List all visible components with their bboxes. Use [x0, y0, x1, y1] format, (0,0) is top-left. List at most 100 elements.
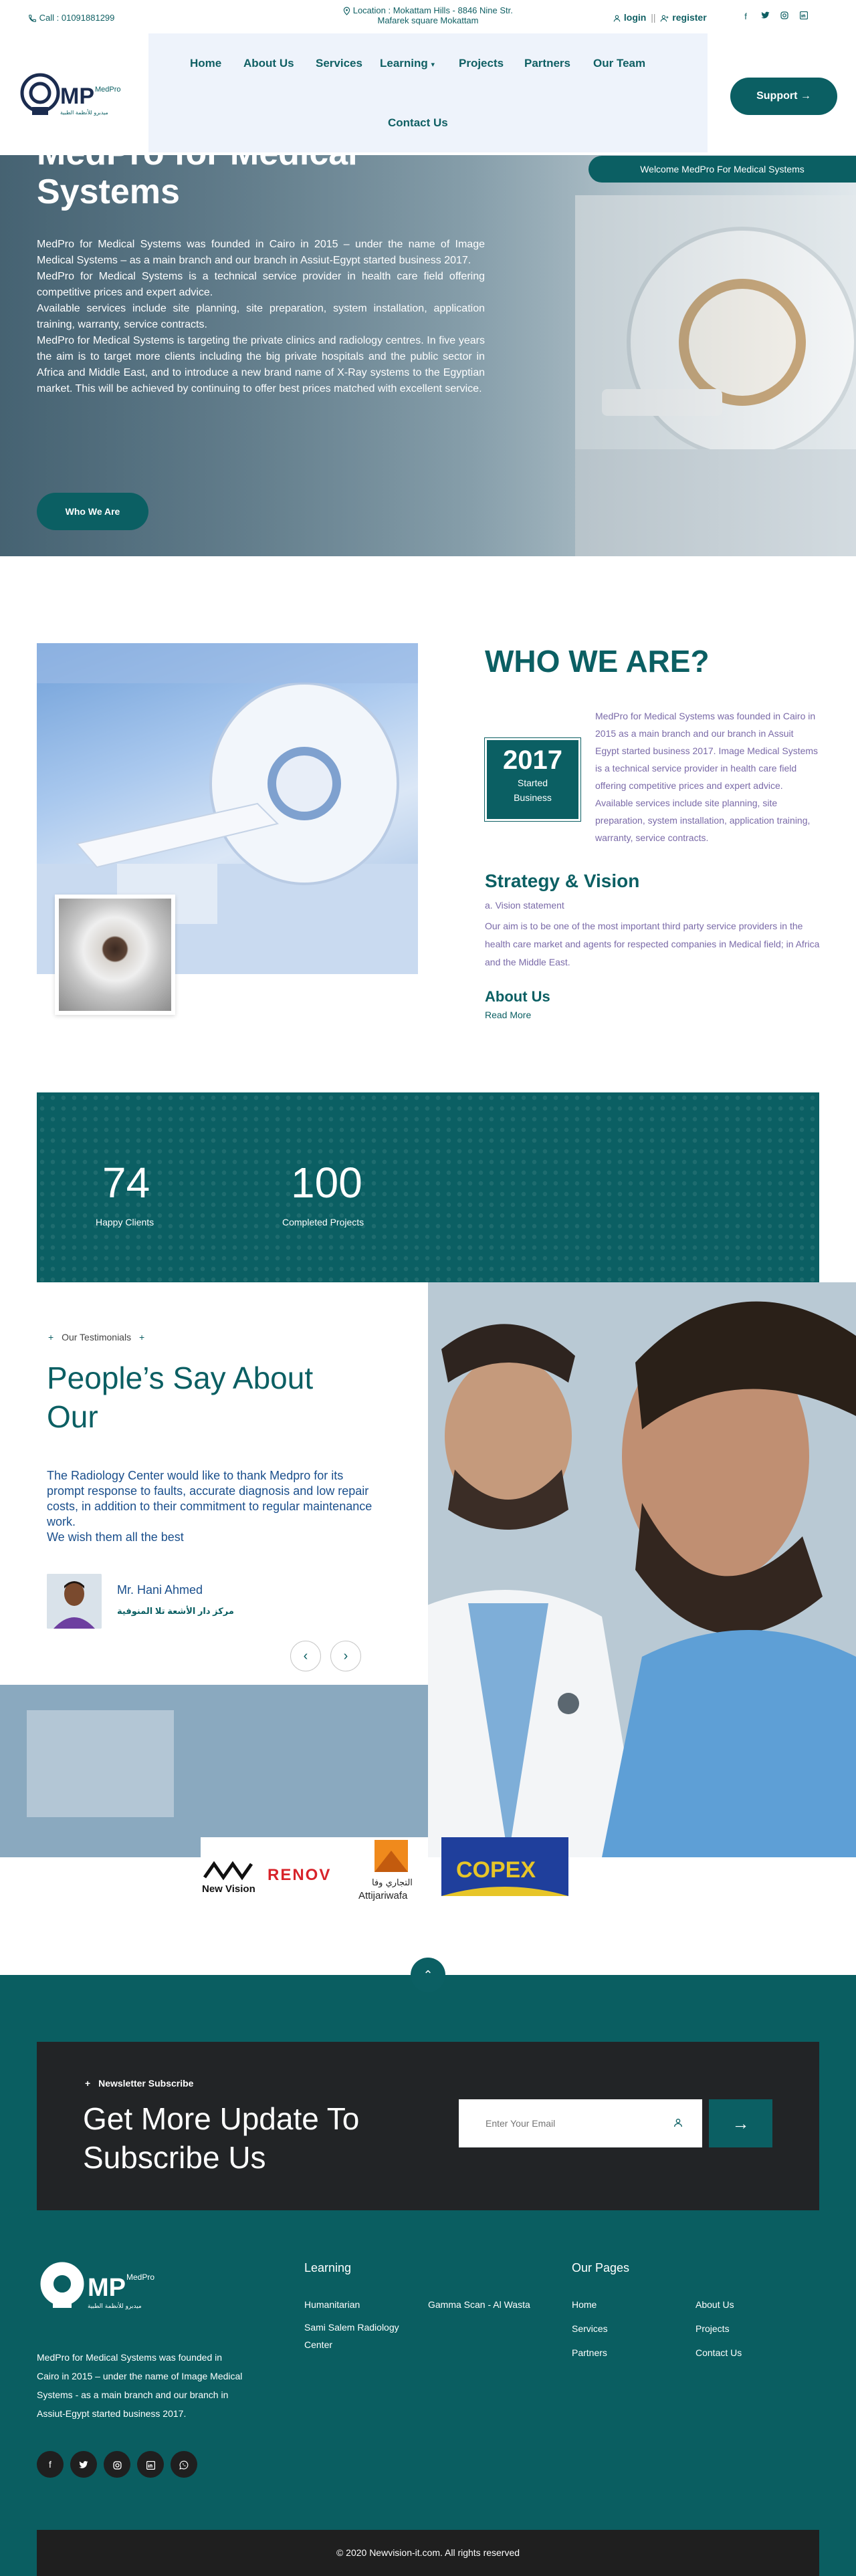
logo-name-text: MedPro	[95, 86, 121, 94]
business-label: Business	[514, 792, 552, 803]
user-icon	[613, 15, 621, 22]
nav-item-about-us[interactable]: About Us	[243, 57, 294, 70]
testimonial-name: Mr. Hani Ahmed	[117, 1583, 203, 1597]
location-line2: Mafarek square Mokattam	[377, 15, 479, 26]
partner-logo-copex[interactable]: COPEX	[441, 1837, 568, 1904]
hero-paragraph: Available services include site planning…	[37, 303, 485, 330]
logo-name-text: MedPro	[126, 2272, 154, 2282]
footer-pages-title: Our Pages	[572, 2261, 630, 2274]
top-bar: Call : 01091881299 Location : Mokattam H…	[0, 0, 856, 33]
site-header: MP MedPro ميدبرو للأنظمة الطبية Home Abo…	[0, 33, 856, 160]
footer-link[interactable]: Humanitarian	[304, 2296, 360, 2313]
read-more-link[interactable]: Read More	[485, 1010, 531, 1020]
avatar	[47, 1574, 102, 1629]
login-link[interactable]: login	[624, 12, 646, 23]
logo-tagline-text: ميدبرو للأنظمة الطبية	[60, 109, 108, 116]
chevron-left-icon: ‹	[303, 1649, 308, 1663]
partner-name: Attijariwafa	[358, 1890, 408, 1901]
facebook-icon[interactable]: f	[37, 2451, 64, 2478]
stat-label: Completed Projects	[282, 1217, 364, 1227]
facebook-icon[interactable]: f	[740, 11, 751, 21]
logo-mark-icon: MP MedPro ميدبرو للأنظمة الطبية	[20, 73, 121, 116]
stat-value: 74	[102, 1159, 150, 1207]
top-social-links: f	[740, 11, 809, 21]
footer-link[interactable]: Home	[572, 2296, 597, 2313]
partners-strip: New Vision RENOV التجاري وفا Attijariwaf…	[201, 1837, 575, 1904]
testimonials-eyebrow: + Our Testimonials +	[48, 1332, 144, 1342]
linkedin-icon[interactable]	[137, 2451, 164, 2478]
partner-name: COPEX	[456, 1857, 536, 1883]
eyebrow-text: Our Testimonials	[62, 1332, 132, 1342]
twitter-icon[interactable]	[760, 11, 770, 21]
footer-social-links: f	[37, 2451, 197, 2478]
testimonial-quote: The Radiology Center would like to thank…	[47, 1468, 374, 1545]
hero-paragraph: MedPro for Medical Systems is targeting …	[37, 335, 485, 394]
footer-logo[interactable]: MP MedPro ميدبرو للأنظمة الطبية	[37, 2258, 164, 2312]
scroll-to-top-button[interactable]: ⌃	[411, 1958, 445, 1992]
nav-item-projects[interactable]: Projects	[459, 57, 504, 70]
nav-item-home[interactable]: Home	[190, 57, 221, 70]
vision-statement-text: Our aim is to be one of the most importa…	[485, 921, 820, 967]
footer-link[interactable]: Partners	[572, 2344, 607, 2361]
footer-link[interactable]: Projects	[696, 2320, 730, 2337]
prev-testimonial-button[interactable]: ‹	[290, 1641, 321, 1671]
testimonials-title: People’s Say About Our	[47, 1361, 314, 1434]
hero-title: MedPro for Medical Systems	[37, 155, 358, 211]
chevron-right-icon: ›	[343, 1649, 348, 1663]
linkedin-icon[interactable]	[798, 11, 809, 21]
footer-link[interactable]: Sami Salem Radiology Center	[304, 2319, 421, 2353]
partner-logo-new-vision[interactable]: New Vision	[201, 1837, 261, 1904]
partner-name: RENOV	[268, 1866, 331, 1884]
support-label: Support	[756, 90, 798, 102]
nav-item-learning[interactable]: Learning ▾	[380, 57, 435, 70]
location-line1: Location : Mokattam Hills - 8846 Nine St…	[352, 5, 513, 15]
user-icon	[674, 2119, 682, 2127]
stat-value: 100	[291, 1159, 362, 1207]
next-testimonial-button[interactable]: ›	[330, 1641, 361, 1671]
nav-item-services[interactable]: Services	[316, 57, 362, 70]
scanner-thumbnail	[55, 895, 175, 1015]
instagram-icon[interactable]	[104, 2451, 130, 2478]
strategy-title: Strategy & Vision	[485, 870, 640, 891]
subscribe-button[interactable]: →	[709, 2099, 772, 2147]
chevron-up-icon: ⌃	[423, 1968, 433, 1982]
nav-item-our-team[interactable]: Our Team	[593, 57, 645, 70]
partner-name: New Vision	[202, 1883, 255, 1895]
auth-links: login || register	[613, 12, 707, 23]
partner-logo-renov[interactable]: RENOV	[261, 1837, 354, 1904]
nav-item-contact-us[interactable]: Contact Us	[388, 116, 448, 130]
nav-item-learning-label: Learning	[380, 57, 428, 70]
arrow-right-icon: →	[800, 90, 811, 102]
footer-link[interactable]: About Us	[696, 2296, 734, 2313]
twitter-icon[interactable]	[70, 2451, 97, 2478]
footer-link[interactable]: Services	[572, 2320, 608, 2337]
eyebrow-bullet: +	[85, 2078, 91, 2089]
register-link[interactable]: register	[672, 12, 706, 23]
who-we-are-button[interactable]: Who We Are	[37, 493, 148, 530]
call-text: Call : 01091881299	[39, 13, 115, 23]
whatsapp-icon[interactable]	[171, 2451, 197, 2478]
started-year: 2017	[503, 745, 562, 775]
footer-learning-title: Learning	[304, 2261, 352, 2274]
quote-text: The Radiology Center would like to thank…	[47, 1469, 372, 1528]
newsletter-eyebrow: + Newsletter Subscribe	[85, 2078, 193, 2089]
copyright-bar: © 2020 Newvision-it.com. All rights rese…	[37, 2530, 819, 2576]
who-we-are-text: MedPro for Medical Systems was founded i…	[595, 711, 819, 843]
eyebrow-bullet: +	[48, 1332, 54, 1342]
stat-label: Happy Clients	[96, 1217, 154, 1227]
support-button[interactable]: Support →	[730, 78, 837, 115]
quote-closing: We wish them all the best	[47, 1530, 184, 1544]
footer-link[interactable]: Gamma Scan - Al Wasta	[428, 2296, 530, 2313]
call-info[interactable]: Call : 01091881299	[28, 13, 114, 23]
footer-link[interactable]: Contact Us	[696, 2344, 742, 2361]
logo-tagline-text: ميدبرو للأنظمة الطبية	[88, 2302, 142, 2310]
testimonial-role: مركز دار الأشعة تلا المنوفية	[117, 1606, 234, 1616]
footer-about-text: MedPro for Medical Systems was founded i…	[37, 2352, 243, 2419]
partner-logo-attijariwafa[interactable]: التجاري وفا Attijariwafa	[354, 1837, 428, 1904]
email-field[interactable]	[459, 2099, 702, 2147]
nav-item-partners[interactable]: Partners	[524, 57, 570, 70]
stats-section: 74 Happy Clients 100 Completed Projects	[37, 1092, 819, 1282]
instagram-icon[interactable]	[779, 11, 790, 21]
hero-paragraph: MedPro for Medical Systems is a technica…	[37, 271, 485, 298]
site-logo[interactable]: MP MedPro ميدبرو للأنظمة الطبية	[20, 70, 134, 120]
